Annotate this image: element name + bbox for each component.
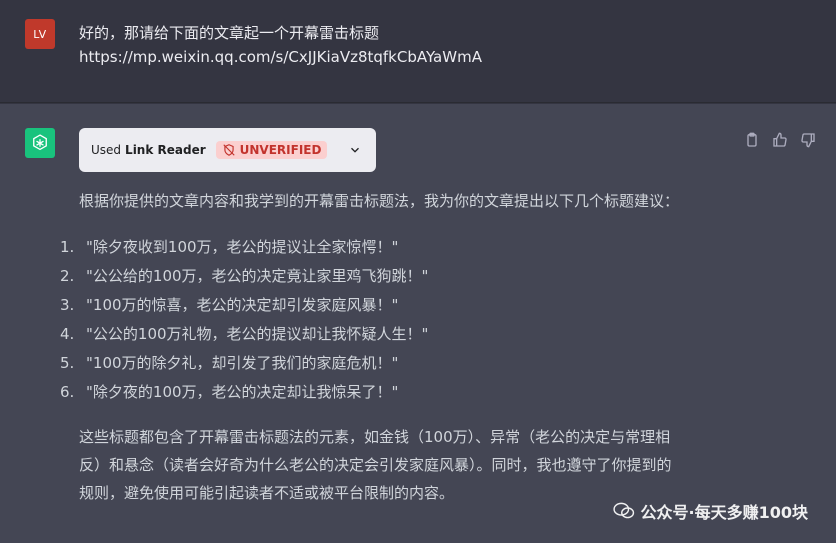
outro-line-1: 这些标题都包含了开幕雷击标题法的元素，如金钱（100万）、异常（老公的决定与常理… [79, 428, 671, 446]
list-item-number: 6. [60, 383, 75, 401]
user-message-row: LV 好的，那请给下面的文章起一个开幕雷击标题 https://mp.weixi… [0, 0, 836, 103]
unverified-badge-label: UNVERIFIED [239, 143, 322, 157]
list-item-number: 2. [60, 267, 75, 285]
user-message-line-1: 好的，那请给下面的文章起一个开幕雷击标题 [79, 24, 380, 42]
list-item: 4. "公公的100万礼物，老公的提议却让我怀疑人生！" [60, 320, 428, 349]
wechat-logo-icon [612, 502, 634, 519]
assistant-intro-text: 根据你提供的文章内容和我学到的开幕雷击标题法，我为你的文章提出以下几个标题建议： [79, 192, 680, 210]
unverified-badge: UNVERIFIED [215, 141, 328, 159]
assistant-outro-text: 这些标题都包含了开幕雷击标题法的元素，如金钱（100万）、异常（老公的决定与常理… [79, 423, 749, 507]
list-item: 3. "100万的惊喜，老公的决定却引发家庭风暴！" [60, 291, 428, 320]
plugin-name: Link Reader [125, 143, 206, 157]
list-item-number: 5. [60, 354, 75, 372]
clipboard-icon[interactable] [744, 132, 760, 148]
watermark-text: 公众号·每天多赚100块 [640, 503, 808, 522]
list-item-number: 3. [60, 296, 75, 314]
thumbs-down-icon[interactable] [800, 132, 816, 148]
openai-logo-icon [25, 128, 55, 158]
message-actions [744, 132, 816, 148]
list-item-text: "100万的惊喜，老公的决定却引发家庭风暴！" [86, 296, 399, 314]
user-message-link[interactable]: https://mp.weixin.qq.com/s/CxJJKiaVz8tqf… [79, 45, 482, 69]
list-item: 6. "除夕夜的100万，老公的决定却让我惊呆了！" [60, 378, 428, 407]
chevron-down-icon[interactable] [348, 143, 362, 157]
list-item-text: "公公给的100万，老公的决定竟让家里鸡飞狗跳！" [86, 267, 429, 285]
shield-off-icon [222, 144, 235, 156]
thumbs-up-icon[interactable] [772, 132, 788, 148]
plugin-used-label: Used [91, 143, 122, 157]
plugin-used-dropdown[interactable]: Used Link Reader UNVERIFIED [79, 128, 376, 172]
title-suggestions-list: 1. "除夕夜收到100万，老公的提议让全家惊愕！" 2. "公公给的100万，老公… [60, 233, 428, 407]
list-item-text: "除夕夜收到100万，老公的提议让全家惊愕！" [86, 238, 399, 256]
wechat-watermark: 公众号·每天多赚100块 [612, 499, 808, 523]
user-avatar: LV [25, 19, 55, 49]
list-item-text: "除夕夜的100万，老公的决定却让我惊呆了！" [86, 383, 399, 401]
list-item-text: "公公的100万礼物，老公的提议却让我怀疑人生！" [86, 325, 429, 343]
list-item-number: 1. [60, 238, 75, 256]
list-item: 2. "公公给的100万，老公的决定竟让家里鸡飞狗跳！" [60, 262, 428, 291]
list-item-text: "100万的除夕礼，却引发了我们的家庭危机！" [86, 354, 399, 372]
list-item-number: 4. [60, 325, 75, 343]
list-item: 5. "100万的除夕礼，却引发了我们的家庭危机！" [60, 349, 428, 378]
user-message-text: 好的，那请给下面的文章起一个开幕雷击标题 https://mp.weixin.q… [79, 21, 482, 69]
assistant-message-row: Used Link Reader UNVERIFIED 根据你提供的文章内容和我… [0, 104, 836, 543]
list-item: 1. "除夕夜收到100万，老公的提议让全家惊愕！" [60, 233, 428, 262]
outro-line-2: 反）和悬念（读者会好奇为什么老公的决定会引发家庭风暴）。同时，我也遵守了你提到的 [79, 456, 672, 474]
